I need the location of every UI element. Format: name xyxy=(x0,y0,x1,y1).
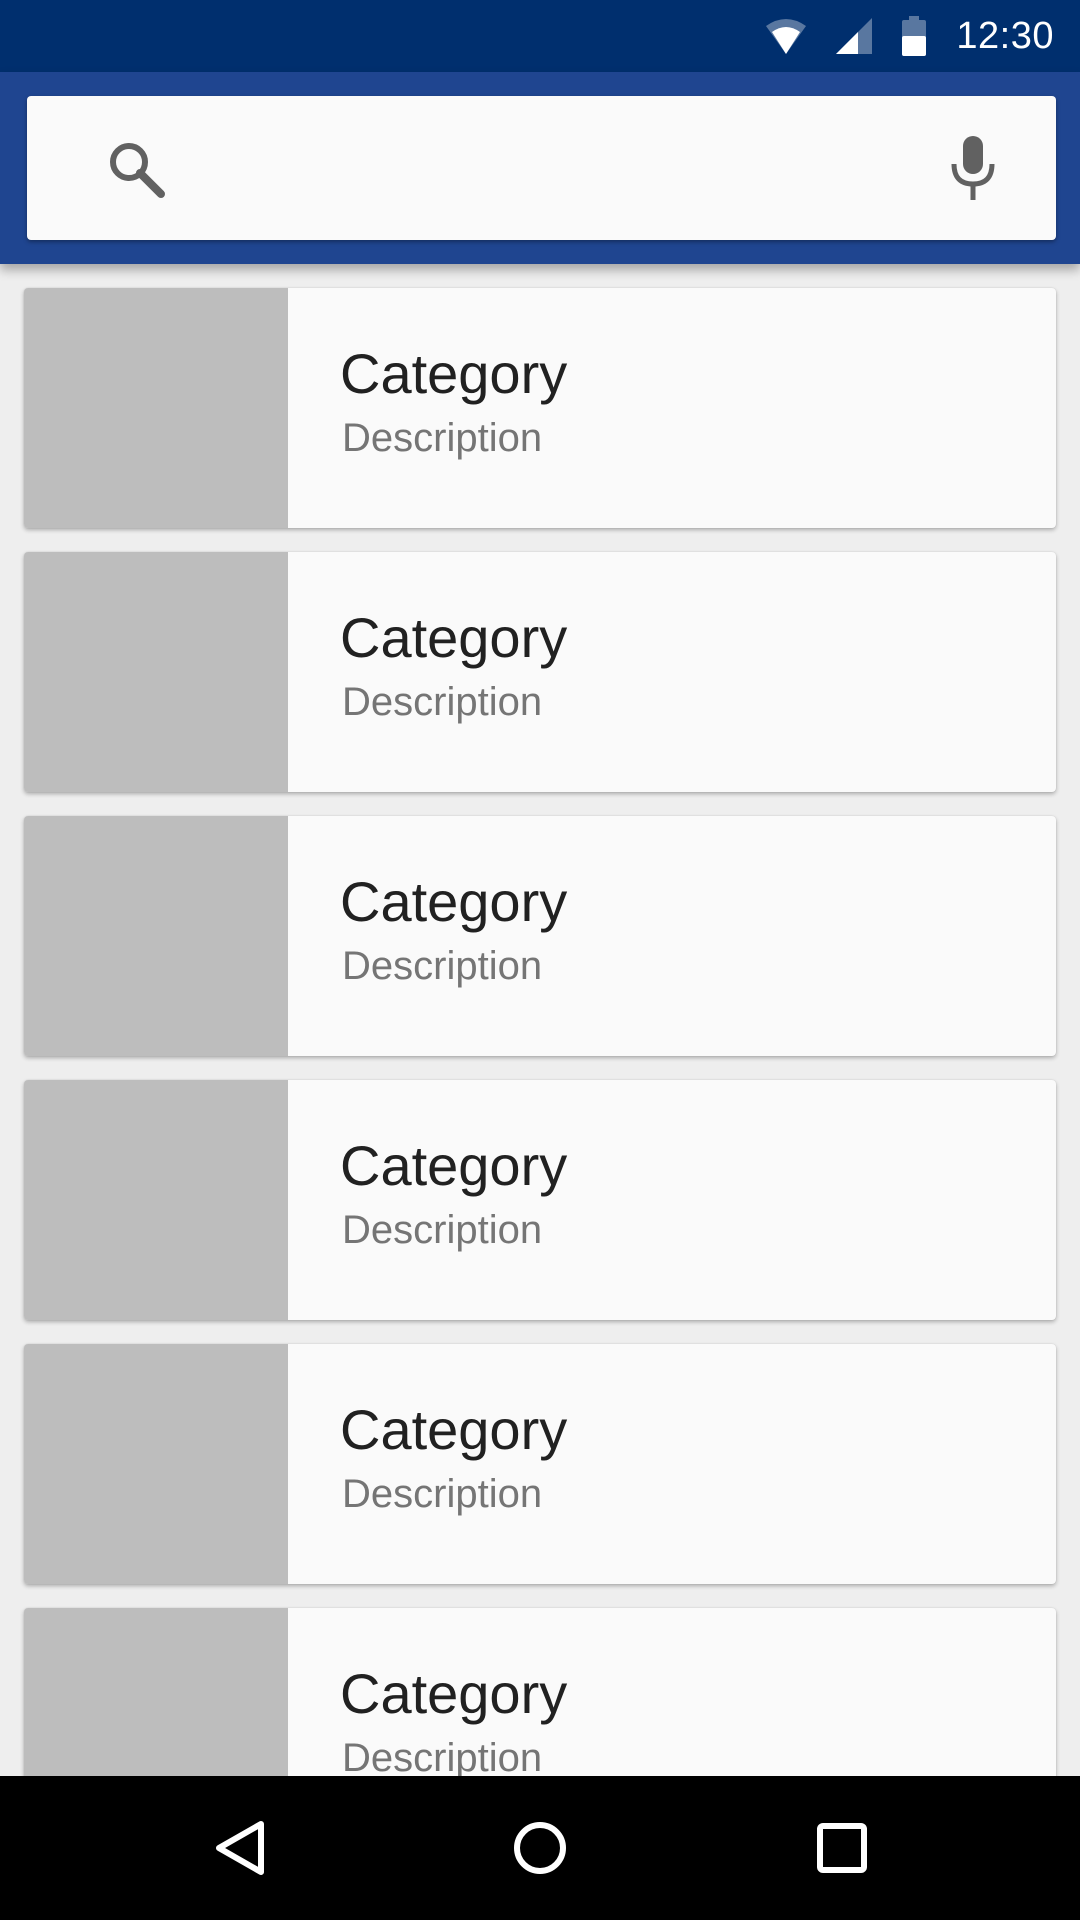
category-card[interactable]: Category Description xyxy=(24,816,1056,1056)
card-description: Description xyxy=(342,1472,543,1516)
card-description: Description xyxy=(342,1208,543,1252)
card-title: Category xyxy=(340,1134,568,1197)
card-thumbnail xyxy=(24,288,288,528)
category-card[interactable]: Category Description xyxy=(24,288,1056,528)
category-list[interactable]: Category Description Category Descriptio… xyxy=(0,264,1080,1776)
back-button[interactable] xyxy=(168,1776,312,1920)
back-icon xyxy=(216,1821,264,1875)
category-card[interactable]: Category Description xyxy=(24,1080,1056,1320)
search-box[interactable] xyxy=(27,96,1056,240)
recents-icon xyxy=(817,1823,867,1873)
card-thumbnail xyxy=(24,1080,288,1320)
card-title: Category xyxy=(340,1662,568,1725)
home-button[interactable] xyxy=(468,1776,612,1920)
card-thumbnail xyxy=(24,1344,288,1584)
navigation-bar xyxy=(0,1776,1080,1920)
card-title: Category xyxy=(340,1398,568,1461)
search-input[interactable] xyxy=(197,136,937,200)
card-description: Description xyxy=(342,680,543,724)
category-card[interactable]: Category Description xyxy=(24,1608,1056,1776)
status-time: 12:30 xyxy=(956,14,1054,57)
card-title: Category xyxy=(340,342,568,405)
search-icon[interactable] xyxy=(107,140,167,200)
app-bar xyxy=(0,72,1080,264)
cell-signal-icon xyxy=(836,18,873,54)
category-card[interactable]: Category Description xyxy=(24,1344,1056,1584)
card-description: Description xyxy=(342,416,543,460)
card-thumbnail xyxy=(24,816,288,1056)
mic-icon[interactable] xyxy=(948,134,998,204)
card-thumbnail xyxy=(24,552,288,792)
recents-button[interactable] xyxy=(770,1776,914,1920)
card-thumbnail xyxy=(24,1608,288,1776)
category-card[interactable]: Category Description xyxy=(24,552,1056,792)
battery-icon xyxy=(902,16,927,56)
status-bar: 12:30 xyxy=(0,0,1080,72)
home-icon xyxy=(514,1822,566,1874)
status-icons: 12:30 xyxy=(766,0,1054,72)
card-title: Category xyxy=(340,606,568,669)
card-title: Category xyxy=(340,870,568,933)
wifi-icon xyxy=(766,19,807,54)
card-description: Description xyxy=(342,1736,543,1776)
card-description: Description xyxy=(342,944,543,988)
